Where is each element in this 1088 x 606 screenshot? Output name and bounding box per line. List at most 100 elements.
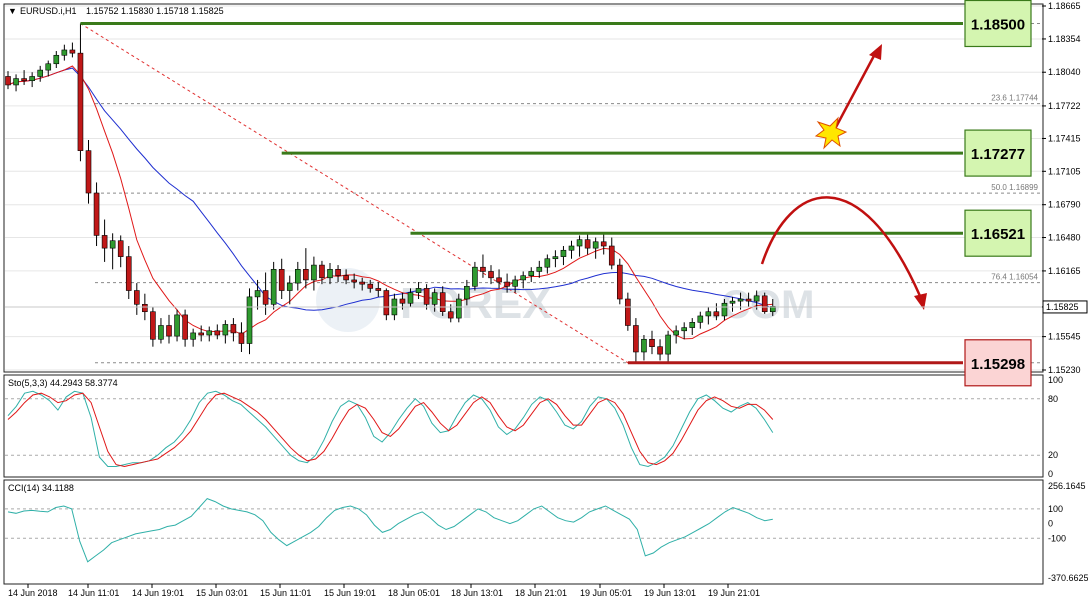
candle-body-28 [230,324,237,334]
candle-body-91 [737,298,744,302]
price-label-5: 1.17105 [1048,166,1081,176]
candle-body-29 [238,332,245,344]
collapse-triangle-icon[interactable]: ▼ [8,6,17,16]
symbol-label: EURUSD.i,H1 [20,6,77,16]
candle-body-62 [504,281,510,287]
candle-body-14 [117,240,124,257]
price-label-7: 1.16480 [1048,233,1081,243]
candle-body-22 [182,314,188,340]
candle-body-10 [85,150,92,194]
candle-body-5 [45,63,52,71]
price-label-11: 1.15230 [1048,365,1081,375]
candle-body-61 [496,277,502,283]
sto-tick-3: 0 [1048,469,1053,479]
candle-body-20 [166,325,172,337]
candle-body-25 [206,330,213,336]
stochastic-label: Sto(5,3,3) 44.2943 58.3774 [8,378,118,388]
level-1.15298-label: 1.15298 [971,356,1025,373]
candle-body-6 [53,54,60,65]
candle-body-3 [29,76,35,82]
candle-33 [270,261,277,310]
fibo-label-0: 23.6 1.17744 [991,94,1038,103]
candle-body-58 [472,266,478,287]
candle-body-15 [125,256,132,291]
time-label-7: 18 Jun 13:01 [451,588,503,598]
candle-body-23 [190,332,196,340]
ohlc-readout: 1.15752 1.15830 1.15718 1.15825 [86,6,224,16]
candle-body-30 [246,296,253,344]
candle-body-32 [262,290,269,305]
price-label-3: 1.17722 [1048,101,1081,111]
candle-body-46 [375,288,382,291]
candle-body-81 [657,346,663,355]
time-label-11: 19 Jun 21:01 [708,588,760,598]
cci-tick-0: 256.1645 [1048,481,1086,491]
candle-76 [616,258,623,305]
candle-body-21 [174,314,180,337]
candle-body-71 [576,239,583,247]
candle-body-0 [5,76,11,86]
candle-body-75 [608,245,615,266]
candle-body-13 [109,240,116,249]
candle-body-69 [560,249,567,257]
candle-body-34 [278,269,285,291]
candle-body-31 [254,290,261,298]
candle-94 [761,292,768,314]
candle-body-79 [641,338,647,353]
candle-body-70 [568,245,575,251]
time-label-8: 18 Jun 21:01 [515,588,567,598]
candle-body-35 [286,282,293,291]
candle-body-57 [464,285,470,300]
level-1.17277-label: 1.17277 [971,146,1025,163]
fibo-label-1: 50.0 1.16899 [991,183,1038,192]
price-label-8: 1.16165 [1048,266,1081,276]
candle-body-41 [335,269,341,276]
sto-tick-1: 80 [1048,394,1058,404]
candle-body-4 [37,69,44,77]
candle-body-56 [455,298,462,319]
candle-body-83 [673,330,679,336]
candle-body-19 [158,325,164,340]
candle-body-16 [134,290,140,305]
price-label-0: 1.18665 [1048,1,1081,11]
candle-body-39 [319,264,325,279]
candle-body-72 [584,239,591,249]
candle-body-74 [600,241,607,247]
candle-body-44 [359,281,366,285]
candle-body-26 [214,330,221,336]
candle-body-2 [21,78,27,82]
time-label-2: 14 Jun 19:01 [132,588,184,598]
candle-body-36 [294,269,301,284]
candle-body-43 [351,279,357,283]
candle-body-27 [222,324,229,336]
candle-body-85 [689,322,696,328]
level-1.16521-label: 1.16521 [971,226,1025,243]
time-label-9: 19 Jun 05:01 [580,588,632,598]
candle-body-55 [447,311,454,319]
cci-tick-2: 0 [1048,519,1053,529]
time-label-1: 14 Jun 11:01 [68,588,119,598]
candle-body-65 [528,271,535,276]
candle-body-45 [367,283,374,289]
time-label-3: 15 Jun 03:01 [196,588,248,598]
candle-body-33 [270,269,277,305]
candle-body-92 [745,298,752,302]
candle-body-38 [311,264,317,281]
candle-body-11 [93,192,100,236]
sto-tick-2: 20 [1048,450,1058,460]
candle-body-51 [415,288,422,293]
candle-body-1 [13,78,19,86]
sto-tick-0: 100 [1048,375,1063,385]
time-label-6: 18 Jun 05:01 [388,588,440,598]
candle-body-50 [407,292,414,304]
price-label-4: 1.17415 [1048,133,1081,143]
time-label-10: 19 Jun 13:01 [644,588,696,598]
candle-body-52 [423,288,430,305]
candle-body-86 [697,315,704,323]
cci-label: CCI(14) 34.1188 [8,483,74,493]
cci-tick-4: -370.6625 [1048,573,1088,583]
candle-body-90 [729,300,736,304]
price-label-10: 1.15545 [1048,332,1081,342]
candle-body-80 [649,338,655,347]
candle-body-59 [480,266,486,272]
